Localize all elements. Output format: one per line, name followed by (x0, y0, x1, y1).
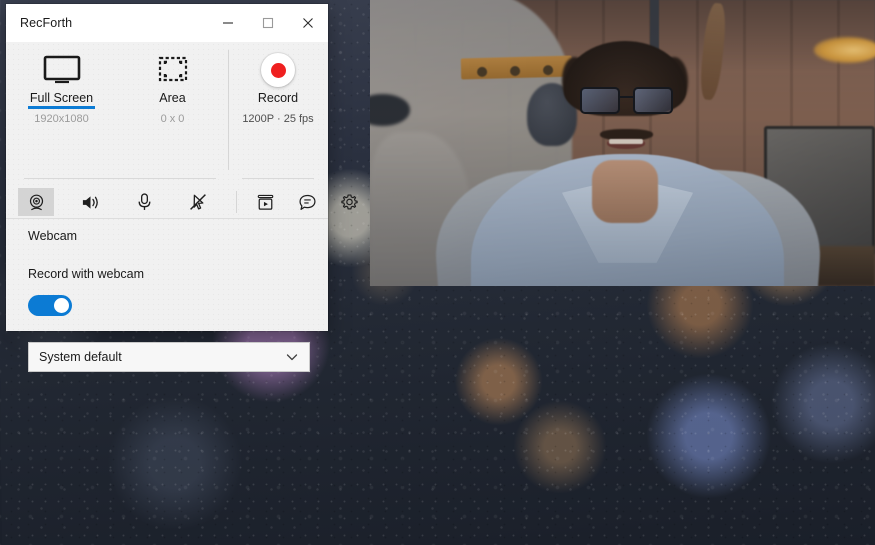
title-bar: RecForth (6, 4, 328, 42)
microphone-button[interactable] (126, 188, 162, 216)
panel-section-title: Webcam (28, 229, 78, 243)
divider-left (24, 178, 216, 179)
mouse-click-effect-button[interactable] (180, 188, 216, 216)
webcam-color-grade (370, 0, 875, 286)
record-label: Record (257, 91, 299, 105)
capture-mode-row: Full Screen 1920x1080 Area 0 x 0 Record … (6, 42, 328, 140)
recordings-button[interactable] (247, 188, 283, 216)
close-button[interactable] (288, 4, 328, 42)
divider-right (242, 178, 314, 179)
record-with-webcam-toggle[interactable] (28, 295, 72, 316)
selection-area-icon (158, 52, 188, 88)
toolbar-right-group (234, 188, 377, 216)
toggle-knob (54, 298, 69, 313)
webcam-preview-overlay[interactable] (370, 0, 875, 286)
window-controls (208, 4, 328, 42)
cursor-disabled-icon (188, 192, 208, 212)
minimize-button[interactable] (208, 4, 248, 42)
webcam-icon (27, 193, 46, 212)
webcam-icon-button[interactable] (18, 188, 54, 216)
window-title: RecForth (20, 16, 73, 30)
microphone-icon (136, 192, 153, 212)
gear-icon (340, 193, 359, 212)
window-body: Full Screen 1920x1080 Area 0 x 0 Record … (6, 42, 358, 372)
record-with-webcam-label: Record with webcam (28, 267, 145, 281)
feature-toolbar (6, 186, 358, 218)
record-dot-icon (261, 52, 295, 88)
screen: RecForth Full Screen 1920x1080 Area 0 x … (0, 0, 875, 545)
video-library-icon (256, 193, 275, 212)
mode-full-screen-label: Full Screen (27, 91, 96, 109)
chevron-down-icon (285, 350, 299, 364)
mode-area-label: Area (159, 91, 186, 105)
feedback-icon (298, 193, 317, 212)
recforth-window: RecForth Full Screen 1920x1080 Area 0 x … (6, 4, 358, 372)
monitor-icon (43, 52, 81, 88)
mode-area[interactable]: Area 0 x 0 (117, 42, 228, 125)
toolbar-left-group (6, 188, 234, 216)
record-button[interactable]: Record 1200P · 25 fps (228, 42, 328, 125)
mode-full-screen-resolution: 1920x1080 (34, 113, 89, 125)
settings-button[interactable] (331, 188, 367, 216)
webcam-device-value: System default (39, 350, 122, 364)
speaker-icon (80, 193, 101, 212)
mode-full-screen[interactable]: Full Screen 1920x1080 (6, 42, 117, 125)
maximize-button[interactable] (248, 4, 288, 42)
feedback-button[interactable] (289, 188, 325, 216)
record-quality: 1200P · 25 fps (242, 113, 314, 125)
toolbar-separator (236, 191, 237, 213)
system-audio-button[interactable] (72, 188, 108, 216)
webcam-settings-panel: Webcam Record with webcam System default (6, 219, 328, 372)
mode-area-dimensions: 0 x 0 (160, 113, 185, 125)
webcam-device-select[interactable]: System default (28, 342, 310, 372)
